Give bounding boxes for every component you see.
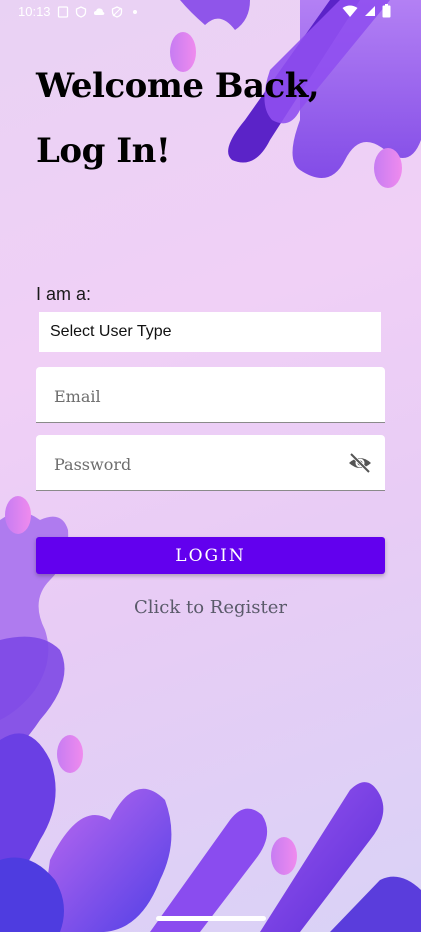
gesture-nav-handle[interactable]	[156, 916, 266, 921]
sim-icon	[57, 5, 68, 18]
status-bar: 10:13	[0, 0, 421, 24]
user-type-select[interactable]: Select User Type	[39, 312, 381, 352]
cloud-icon	[93, 7, 104, 15]
status-left: 10:13	[18, 4, 141, 19]
welcome-title: Welcome Back,	[36, 66, 320, 106]
shield-icon	[75, 5, 86, 18]
shield-icon	[111, 5, 122, 18]
login-title: Log In!	[36, 131, 171, 171]
dot-icon	[132, 9, 137, 14]
email-field[interactable]	[36, 367, 385, 425]
register-link[interactable]: Click to Register	[0, 597, 421, 618]
signal-icon	[365, 6, 375, 16]
wifi-icon	[342, 5, 358, 17]
password-input[interactable]	[52, 435, 336, 493]
eye-off-icon[interactable]	[347, 451, 373, 475]
login-button[interactable]: LOGIN	[36, 537, 385, 574]
status-time: 10:13	[18, 4, 51, 19]
user-type-label: I am a:	[36, 284, 92, 304]
email-input[interactable]	[52, 367, 336, 425]
user-type-select-value: Select User Type	[50, 323, 172, 340]
password-field[interactable]	[36, 435, 385, 493]
status-right	[342, 4, 391, 18]
battery-icon	[382, 4, 391, 18]
